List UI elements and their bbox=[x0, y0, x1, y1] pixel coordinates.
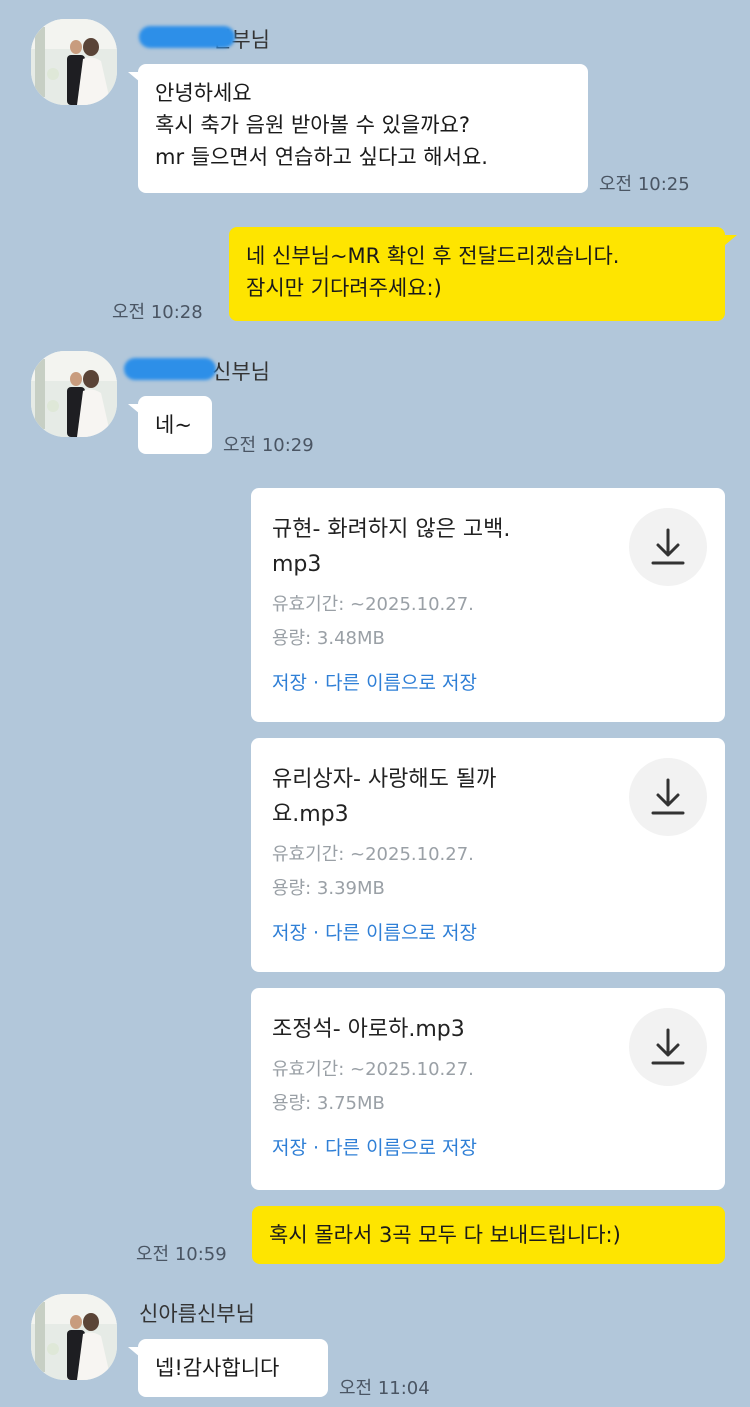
download-icon bbox=[651, 1028, 685, 1065]
download-icon bbox=[651, 778, 685, 815]
wedding-photo bbox=[31, 351, 117, 437]
avatar[interactable] bbox=[31, 1294, 117, 1380]
message-time: 오전 11:04 bbox=[339, 1378, 430, 1399]
avatar[interactable] bbox=[31, 19, 117, 105]
message-bubble-incoming[interactable]: 안녕하세요 혹시 축가 음원 받아볼 수 있을까요? mr 들으면서 연습하고 … bbox=[138, 64, 588, 193]
message-bubble-outgoing[interactable]: 혹시 몰라서 3곡 모두 다 보내드립니다:) bbox=[252, 1206, 725, 1264]
sender-name: 신부님 bbox=[212, 360, 270, 384]
file-size: 용량: 3.39MB bbox=[272, 878, 385, 899]
file-name: 조정석- 아로하.mp3 bbox=[272, 1017, 465, 1042]
file-save-links[interactable]: 저장 · 다른 이름으로 저장 bbox=[272, 1133, 705, 1160]
wedding-photo bbox=[31, 19, 117, 105]
file-name: 유리상자- 사랑해도 될까 요.mp3 bbox=[272, 767, 497, 827]
download-button[interactable] bbox=[629, 758, 707, 836]
file-attachment[interactable]: 조정석- 아로하.mp3 유효기간: ~2025.10.27. 용량: 3.75… bbox=[251, 988, 725, 1190]
message-time: 오전 10:29 bbox=[223, 435, 314, 456]
download-icon bbox=[651, 528, 685, 565]
file-expiry: 유효기간: ~2025.10.27. bbox=[272, 844, 474, 865]
sender-name: 신아름신부님 bbox=[139, 1302, 255, 1326]
message-bubble-incoming[interactable]: 네~ bbox=[138, 396, 212, 454]
wedding-photo bbox=[31, 1294, 117, 1380]
download-button[interactable] bbox=[629, 1008, 707, 1086]
file-save-links[interactable]: 저장 · 다른 이름으로 저장 bbox=[272, 918, 705, 945]
file-attachment[interactable]: 규현- 화려하지 않은 고백. mp3 유효기간: ~2025.10.27. 용… bbox=[251, 488, 725, 722]
download-button[interactable] bbox=[629, 508, 707, 586]
file-size: 용량: 3.75MB bbox=[272, 1093, 385, 1114]
avatar[interactable] bbox=[31, 351, 117, 437]
redaction-mask bbox=[139, 26, 235, 48]
file-attachment[interactable]: 유리상자- 사랑해도 될까 요.mp3 유효기간: ~2025.10.27. 용… bbox=[251, 738, 725, 972]
file-size: 용량: 3.48MB bbox=[272, 628, 385, 649]
file-save-links[interactable]: 저장 · 다른 이름으로 저장 bbox=[272, 668, 705, 695]
message-bubble-outgoing[interactable]: 네 신부님~MR 확인 후 전달드리겠습니다. 잠시만 기다려주세요:) bbox=[229, 227, 725, 321]
redaction-mask bbox=[124, 358, 216, 380]
message-time: 오전 10:59 bbox=[136, 1244, 227, 1265]
message-time: 오전 10:28 bbox=[112, 302, 203, 323]
message-bubble-incoming[interactable]: 넵!감사합니다 bbox=[138, 1339, 328, 1397]
bubble-tail bbox=[725, 235, 737, 245]
message-time: 오전 10:25 bbox=[599, 174, 690, 195]
file-expiry: 유효기간: ~2025.10.27. bbox=[272, 594, 474, 615]
file-name: 규현- 화려하지 않은 고백. mp3 bbox=[272, 517, 511, 577]
